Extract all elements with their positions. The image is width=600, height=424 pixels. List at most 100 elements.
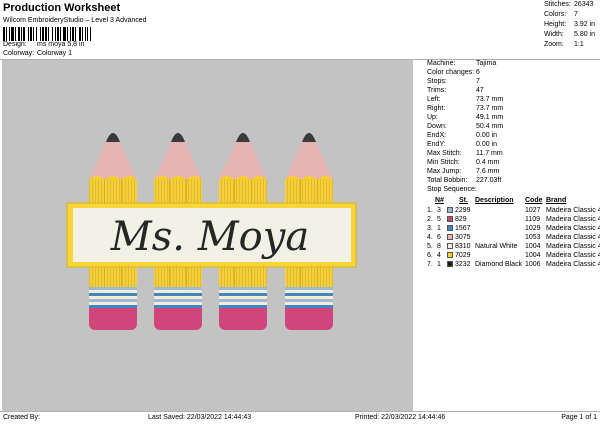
- thread-code: 1004: [525, 252, 541, 259]
- header-brand: Brand: [546, 197, 567, 204]
- barcode: [3, 27, 91, 41]
- embroidery-design: Ms. Moya: [66, 133, 357, 330]
- thread-brand: Madeira Classic 40: [546, 225, 600, 232]
- thread-brand: Madeira Classic 40: [546, 207, 600, 214]
- summary-value: 1:1: [574, 41, 584, 48]
- header-st: St.: [459, 197, 468, 204]
- stop-sequence-row: 5. 8 8310 Natural White 1004 Madeira Classic …: [425, 242, 600, 251]
- thread-code: 1053: [525, 234, 541, 241]
- thread-code: 1029: [525, 225, 541, 232]
- info-label: Color changes:: [427, 69, 475, 76]
- printed-date: Printed: 22/03/2022 14:44:46: [355, 414, 446, 421]
- design-value: ms moya 5,8 in: [37, 41, 85, 48]
- thread-code: 1004: [525, 243, 541, 250]
- needle-number: 8: [437, 243, 441, 250]
- summary-box: Stitches: 26343 Colors: 7 Height: 3.92 i…: [537, 0, 600, 48]
- created-by: Created By:: [3, 414, 40, 421]
- needle-number: 4: [437, 252, 441, 259]
- info-value: 0.00 in: [476, 132, 498, 139]
- color-swatch-icon: [447, 216, 453, 222]
- needle-number: 3: [437, 207, 441, 214]
- header-n: N#: [435, 197, 444, 204]
- stitch-count: 2299: [455, 207, 471, 214]
- info-label: Total Bobbin:: [427, 177, 468, 184]
- summary-zoom: Zoom: 1:1: [537, 40, 600, 50]
- color-swatch-icon: [447, 243, 453, 249]
- name-plate: Ms. Moya: [66, 202, 357, 268]
- header-code: Code: [525, 197, 543, 204]
- needle-number: 6: [437, 234, 441, 241]
- thread-code: 1027: [525, 207, 541, 214]
- stop-sequence-row: 1. 3 2299 1027 Madeira Classic 40: [425, 206, 600, 215]
- stop-number: 7.: [427, 261, 433, 268]
- info-value: 11.7 mm: [476, 150, 503, 157]
- info-value: 73.7 mm: [476, 105, 504, 112]
- info-label: Stops:: [427, 78, 447, 85]
- software-subtitle: Wilcom EmbroideryStudio – Level 3 Advanc…: [3, 17, 147, 24]
- thread-description: Natural White: [475, 243, 518, 250]
- stop-sequence-row: 4. 6 3075 1053 Madeira Classic 40: [425, 233, 600, 242]
- thread-description: Diamond Black: [475, 261, 523, 268]
- thread-brand: Madeira Classic 40: [546, 234, 600, 241]
- info-value: 47: [476, 87, 484, 94]
- color-swatch-icon: [447, 261, 453, 267]
- summary-label: Height:: [544, 21, 567, 28]
- stop-sequence-row: 7. 1 3232 Diamond Black 1006 Madeira Classic …: [425, 260, 600, 269]
- info-value: 73.7 mm: [476, 96, 504, 103]
- stitch-count: 7029: [455, 252, 471, 259]
- needle-number: 5: [437, 216, 441, 223]
- summary-label: Stitches:: [544, 1, 571, 8]
- page-title: Production Worksheet: [3, 2, 121, 14]
- stop-number: 6.: [427, 252, 433, 259]
- needle-number: 1: [437, 261, 441, 268]
- last-saved: Last Saved: 22/03/2022 14:44:43: [148, 414, 252, 421]
- info-value: 6: [476, 69, 480, 76]
- info-label: Trims:: [427, 87, 447, 94]
- summary-width: Width: 5.80 in: [537, 30, 600, 40]
- color-swatch-icon: [447, 234, 453, 240]
- summary-label: Zoom:: [544, 41, 564, 48]
- summary-label: Width:: [544, 31, 564, 38]
- info-label: Max Jump:: [427, 168, 462, 175]
- color-swatch-icon: [447, 225, 453, 231]
- colorway-label: Colorway:: [3, 50, 35, 57]
- stop-sequence-row: 3. 1 1567 1029 Madeira Classic 40: [425, 224, 600, 233]
- info-value: 50.4 mm: [476, 123, 504, 130]
- summary-label: Colors:: [544, 11, 567, 18]
- summary-height: Height: 3.92 in: [537, 20, 600, 30]
- thread-brand: Madeira Classic 40: [546, 261, 600, 268]
- summary-colors: Colors: 7: [537, 10, 600, 20]
- design-preview: Ms. Moya: [2, 60, 413, 411]
- stop-number: 3.: [427, 225, 433, 232]
- summary-value: 3.92 in: [574, 21, 596, 28]
- stitch-count: 3075: [455, 234, 471, 241]
- stitch-count: 3232: [455, 261, 471, 268]
- info-value: 227.03ft: [476, 177, 502, 184]
- info-label: Down:: [427, 123, 447, 130]
- info-value: 0.4 mm: [476, 159, 500, 166]
- info-label: Min Stitch:: [427, 159, 460, 166]
- design-label: Design:: [3, 41, 27, 48]
- page-number: Page 1 of 1: [561, 414, 597, 421]
- thread-code: 1109: [525, 216, 541, 223]
- header-description: Description: [475, 197, 514, 204]
- summary-value: 5.80 in: [574, 31, 596, 38]
- stop-number: 2.: [427, 216, 433, 223]
- needle-number: 1: [437, 225, 441, 232]
- info-label: Up:: [427, 114, 438, 121]
- footer: Created By: Last Saved: 22/03/2022 14:44…: [0, 412, 600, 424]
- colorway-value: Colorway 1: [37, 50, 73, 57]
- thread-brand: Madeira Classic 40: [546, 216, 600, 223]
- info-label: Left:: [427, 96, 441, 103]
- stitch-count: 8310: [455, 243, 471, 250]
- stop-number: 5.: [427, 243, 433, 250]
- info-value: 7: [476, 78, 480, 85]
- stop-sequence-title: Stop Sequence:: [427, 186, 477, 193]
- color-swatch-icon: [447, 252, 453, 258]
- stitch-count: 1567: [455, 225, 471, 232]
- info-label: EndX:: [427, 132, 447, 139]
- color-swatch-icon: [447, 207, 453, 213]
- info-label: Machine:: [427, 60, 456, 67]
- stop-sequence-row: 2. 5 829 1109 Madeira Classic 40: [425, 215, 600, 224]
- thread-brand: Madeira Classic 40: [546, 243, 600, 250]
